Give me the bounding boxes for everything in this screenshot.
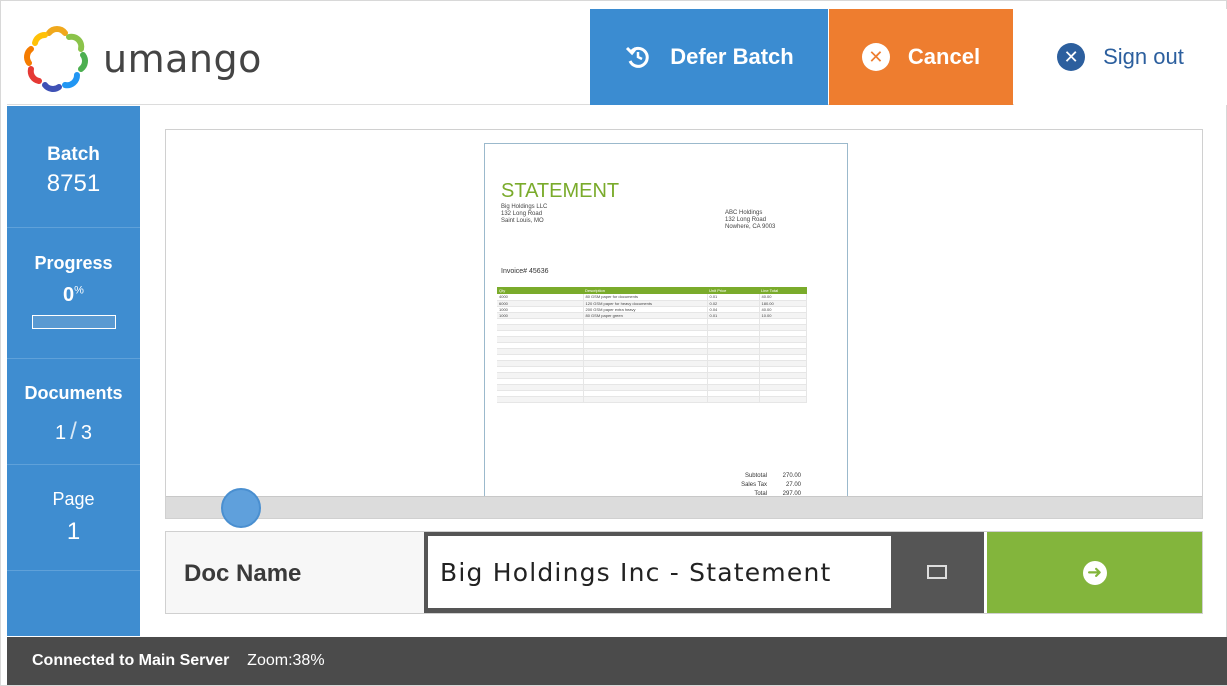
logo-flower-icon [24, 26, 88, 92]
zoom-slider-track[interactable] [166, 496, 1202, 518]
to-line: 132 Long Road [725, 217, 767, 223]
zoom-value: 38% [292, 652, 325, 669]
invoice-number: Invoice# 45636 [501, 268, 549, 275]
table-header: Description [583, 287, 707, 294]
statement-title: STATEMENT [501, 180, 620, 202]
doc-name-options-button[interactable] [892, 536, 982, 608]
totals-block: Subtotal Sales Tax Total [717, 472, 767, 499]
to-line: Nowhere, CA 9003 [725, 224, 776, 230]
from-line: 132 Long Road [501, 211, 543, 217]
sign-out-label: Sign out [1103, 44, 1184, 69]
table-cell [497, 396, 584, 403]
sign-out-button[interactable]: ✕ Sign out [1014, 9, 1227, 105]
batch-number: 8751 [46, 170, 101, 197]
documents-total: 3 [80, 422, 92, 444]
close-circle-icon: ✕ [1057, 43, 1086, 71]
from-line: Saint Louis, MO [501, 218, 544, 224]
table-header-row: Qty Description Unit Price Line Total [497, 287, 807, 294]
document-viewer[interactable]: STATEMENT Big Holdings LLC 132 Long Road… [165, 129, 1203, 519]
sales-tax-label: Sales Tax [741, 482, 767, 488]
doc-name-input[interactable] [428, 536, 891, 608]
subtotal-value: 270.00 [782, 473, 801, 479]
sales-tax-value: 27.00 [785, 482, 801, 488]
arrow-right-circle-icon: ➜ [1082, 560, 1107, 585]
defer-batch-label: Defer Batch [670, 44, 794, 69]
logo-text: umango [103, 37, 262, 81]
documents-section: Documents 1/3 [7, 359, 140, 465]
table-header: Line Total [759, 287, 807, 294]
close-circle-icon: ✕ [861, 43, 890, 71]
table-header: Qty [497, 287, 583, 294]
zoom-label: Zoom: [247, 652, 293, 669]
progress-section: Progress 0% [7, 228, 140, 359]
doc-name-row: Doc Name ➜ [165, 531, 1203, 614]
progress-unit: % [74, 284, 84, 297]
status-bar: Connected to Main Server Zoom: 38% [7, 637, 1227, 685]
server-name: Main Server [138, 652, 230, 669]
table-header: Unit Price [707, 287, 759, 294]
to-line: ABC Holdings [725, 210, 763, 216]
app-window: umango Defer Batch ✕ Cancel ✕ Sign out B… [0, 0, 1227, 686]
from-line: Big Holdings LLC [501, 204, 548, 210]
cancel-label: Cancel [907, 44, 981, 69]
window-icon [927, 565, 947, 579]
page-section: Page 1 [7, 465, 140, 571]
cancel-button[interactable]: ✕ Cancel [829, 9, 1013, 105]
batch-label: Batch [47, 144, 100, 165]
totals-values: 270.00 27.00 297.00 [771, 472, 801, 499]
page-label: Page [52, 489, 95, 509]
batch-info-sidebar: Batch 8751 Progress 0% Documents 1/3 Pag… [7, 106, 140, 636]
documents-label: Documents [24, 383, 123, 403]
page-number: 1 [66, 518, 81, 545]
progress-number: 0 [63, 284, 75, 306]
table-cell [759, 396, 807, 403]
batch-section: Batch 8751 [7, 106, 140, 228]
defer-icon [624, 43, 652, 71]
header-bar: umango Defer Batch ✕ Cancel ✕ Sign out [7, 9, 1227, 105]
table-cell [707, 396, 760, 403]
progress-bar [31, 315, 116, 329]
to-address: ABC Holdings 132 Long Road Nowhere, CA 9… [725, 210, 775, 231]
table-row [497, 396, 807, 403]
document-page-preview: STATEMENT Big Holdings LLC 132 Long Road… [484, 143, 848, 505]
documents-count: 1/3 [7, 418, 140, 446]
table-cell [583, 396, 708, 403]
progress-value: 0% [7, 284, 140, 307]
from-address: Big Holdings LLC 132 Long Road Saint Lou… [501, 204, 547, 225]
subtotal-label: Subtotal [744, 473, 767, 479]
documents-current: 1 [55, 422, 67, 444]
documents-separator: / [70, 418, 77, 445]
progress-label: Progress [34, 253, 113, 273]
connected-label: Connected to [32, 652, 135, 669]
umango-logo: umango [19, 19, 262, 99]
defer-batch-button[interactable]: Defer Batch [590, 9, 828, 105]
next-document-button[interactable]: ➜ [984, 532, 1202, 613]
statement-table: Qty Description Unit Price Line Total 40… [497, 287, 807, 403]
zoom-slider-handle[interactable] [221, 488, 261, 528]
doc-name-label: Doc Name [184, 560, 302, 587]
